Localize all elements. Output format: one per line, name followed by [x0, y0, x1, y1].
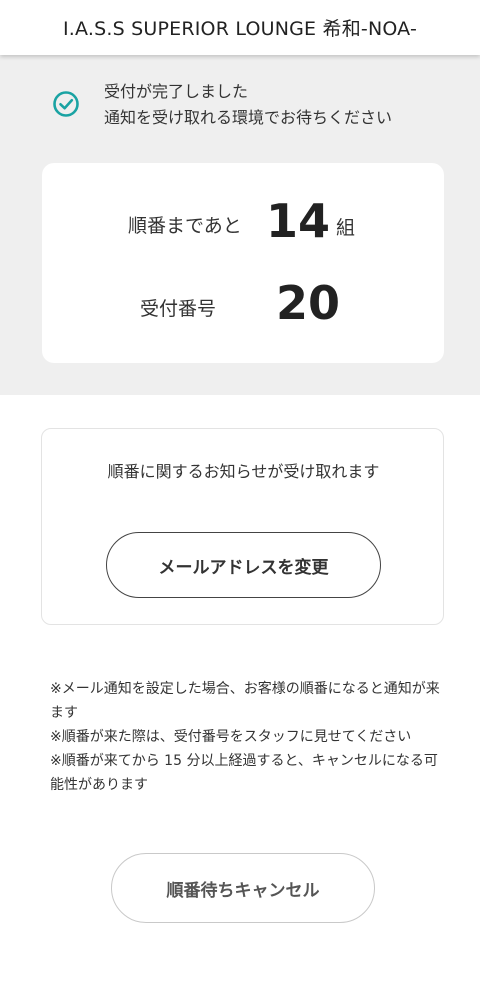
change-email-button[interactable]: メールアドレスを変更: [106, 532, 381, 598]
note-item: ※順番が来てから 15 分以上経過すると、キャンセルになる可能性があります: [50, 753, 438, 793]
reception-number-label: 受付番号: [140, 298, 217, 320]
reception-number: 20: [276, 276, 341, 330]
completion-message: 受付が完了しました 通知を受け取れる環境でお待ちください: [104, 79, 392, 131]
mail-notification-text: 順番に関するお知らせが受け取れます: [107, 462, 380, 481]
wait-unit: 組: [336, 217, 356, 239]
status-section: 受付が完了しました 通知を受け取れる環境でお待ちください 順番まであと 14 組…: [0, 55, 480, 395]
app-header: I.A.S.S SUPERIOR LOUNGE 希和-NOA-: [0, 0, 480, 55]
notes-list: ※メール通知を設定した場合、お客様の順番になると通知が来ます ※順番が来た際は、…: [50, 677, 442, 797]
cancel-waiting-button[interactable]: 順番待ちキャンセル: [111, 853, 375, 923]
mail-notification-card: 順番に関するお知らせが受け取れます メールアドレスを変更: [41, 428, 444, 625]
ticket-card: 順番まであと 14 組 受付番号 20: [42, 163, 444, 363]
wait-count: 14: [266, 194, 331, 248]
note-item: ※メール通知を設定した場合、お客様の順番になると通知が来ます: [50, 681, 440, 721]
completion-message-line2: 通知を受け取れる環境でお待ちください: [104, 108, 393, 127]
note-item: ※順番が来た際は、受付番号をスタッフに見せてください: [50, 729, 412, 745]
check-circle-icon: [53, 91, 79, 117]
completion-notice: 受付が完了しました 通知を受け取れる環境でお待ちください: [52, 79, 452, 131]
store-title: I.A.S.S SUPERIOR LOUNGE 希和-NOA-: [62, 18, 418, 40]
wait-label: 順番まであと: [128, 215, 242, 237]
completion-message-line1: 受付が完了しました: [104, 82, 249, 101]
